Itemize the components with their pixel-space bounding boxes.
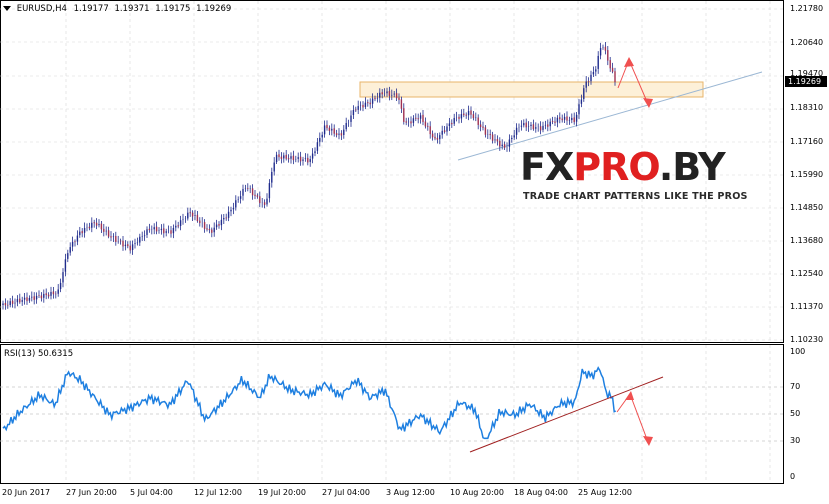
rsi-axis-label: 100 (790, 347, 806, 356)
arrow-path (616, 392, 649, 443)
close-value: 1.19269 (196, 4, 232, 14)
fxpro-watermark-logo: FXPRO.BY TRADE CHART PATTERNS LIKE THE P… (520, 145, 760, 215)
logo-brand: FXPRO.BY (520, 145, 726, 189)
time-axis-label: 25 Aug 12:00 (578, 488, 632, 497)
logo-brand-by: .BY (658, 145, 726, 189)
zone-rect (359, 81, 704, 98)
time-axis-label: 5 Jul 04:00 (130, 488, 173, 497)
arrow-head-up (625, 391, 634, 400)
rsi-axis-label: 30 (790, 436, 801, 445)
price-axis-label: 1.15990 (790, 170, 824, 179)
symbol-label: EURUSD,H4 (16, 4, 67, 14)
price-axis-label: 1.11370 (790, 302, 824, 311)
rsi-label: RSI(13) 50.6315 (4, 349, 74, 359)
price-axis-label: 1.17160 (790, 137, 824, 146)
low-value: 1.19175 (155, 4, 191, 14)
chart-header: EURUSD,H4 1.19177 1.19371 1.19175 1.1926… (3, 4, 231, 14)
price-axis-label: 1.13680 (790, 236, 824, 245)
triangle-down-icon[interactable] (3, 6, 11, 11)
time-axis-label: 27 Jun 20:00 (66, 488, 117, 497)
price-axis-label: 1.10230 (790, 335, 824, 344)
price-axis-label: 1.21780 (790, 4, 824, 13)
price-axis-label: 1.18310 (790, 103, 824, 112)
rsi-forecast-arrows (616, 391, 653, 446)
rsi-axis-label: 50 (790, 409, 801, 418)
arrow-head-up (624, 57, 634, 67)
high-value: 1.19371 (114, 4, 150, 14)
time-axis-label: 27 Jul 04:00 (322, 488, 370, 497)
logo-brand-fx: FX (520, 145, 574, 189)
time-axis-label: 19 Jul 20:00 (258, 488, 306, 497)
time-axis-label: 18 Aug 04:00 (514, 488, 568, 497)
logo-tagline: TRADE CHART PATTERNS LIKE THE PROS (523, 191, 748, 202)
time-axis-label: 12 Jul 12:00 (194, 488, 242, 497)
price-axis-label: 1.14850 (790, 203, 824, 212)
price-axis-label: 1.12540 (790, 269, 824, 278)
price-axis-label: 1.20640 (790, 38, 824, 47)
time-axis-label: 20 Jun 2017 (2, 488, 51, 497)
time-axis-label: 3 Aug 12:00 (386, 488, 435, 497)
resistance-zone (359, 81, 704, 98)
chart-canvas[interactable] (0, 0, 829, 504)
current-price-marker: 1.19269 (785, 76, 827, 87)
rsi-axis-label: 70 (790, 382, 801, 391)
time-axis-label: 10 Aug 20:00 (450, 488, 504, 497)
logo-brand-pro: PRO (573, 145, 660, 189)
open-value: 1.19177 (73, 4, 109, 14)
grid-lines (0, 1, 784, 483)
rsi-axis-label: 0 (790, 472, 796, 481)
rsi-line (2, 366, 617, 440)
rsi-path (2, 366, 617, 440)
